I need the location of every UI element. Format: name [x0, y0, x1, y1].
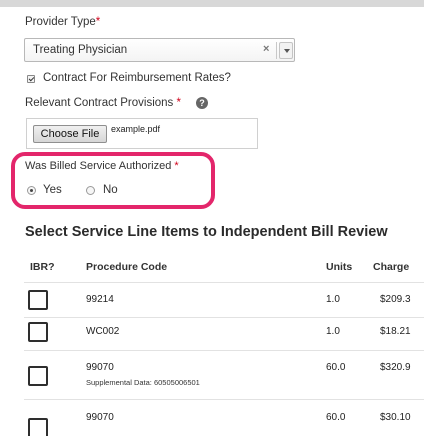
provider-type-select[interactable]: Treating Physician × — [24, 38, 295, 62]
provider-type-value: Treating Physician — [33, 44, 128, 56]
top-bar — [0, 0, 424, 7]
section-title: Select Service Line Items to Independent… — [25, 224, 388, 240]
procedure-code: 99070 — [86, 362, 114, 373]
choose-file-button[interactable]: Choose File — [33, 125, 107, 143]
supplemental-data: Supplemental Data: 60505006501 — [86, 378, 200, 387]
file-name: example.pdf — [111, 124, 161, 134]
units-value: 60.0 — [326, 362, 346, 373]
row-divider — [24, 282, 424, 283]
column-header-ibr: IBR? — [30, 261, 55, 273]
units-value: 1.0 — [326, 326, 340, 337]
units-value: 1.0 — [326, 294, 340, 305]
billed-service-label-text: Was Billed Service Authorized — [25, 160, 172, 172]
procedure-code: 99070 — [86, 412, 114, 423]
charge-value: $209.3 — [380, 294, 411, 305]
clear-selection-icon[interactable]: × — [263, 43, 269, 55]
contract-label: Contract For Reimbursement Rates? — [43, 72, 231, 84]
chevron-down-icon[interactable] — [279, 42, 293, 59]
column-header-procedure-code: Procedure Code — [86, 261, 168, 273]
radio-yes-label: Yes — [43, 184, 62, 196]
provisions-label-text: Relevant Contract Provisions — [25, 97, 174, 109]
required-mark: * — [176, 97, 181, 109]
provisions-label: Relevant Contract Provisions * — [25, 97, 181, 109]
radio-no-label: No — [103, 184, 118, 196]
select-separator — [276, 42, 277, 59]
units-value: 60.0 — [326, 412, 346, 423]
charge-value: $30.10 — [380, 412, 411, 423]
procedure-code: WC002 — [86, 326, 120, 337]
radio-yes[interactable] — [27, 186, 36, 195]
ibr-checkbox[interactable] — [28, 290, 48, 310]
ibr-checkbox[interactable] — [28, 418, 48, 436]
row-divider — [24, 399, 424, 400]
provider-type-label: Provider Type* — [25, 16, 100, 28]
contract-checkbox[interactable] — [27, 75, 35, 83]
ibr-checkbox[interactable] — [28, 322, 48, 342]
row-divider — [24, 350, 424, 351]
row-divider — [24, 317, 424, 318]
charge-value: $320.9 — [380, 362, 411, 373]
provider-type-label-text: Provider Type — [25, 16, 96, 28]
radio-no[interactable] — [86, 186, 95, 195]
charge-value: $18.21 — [380, 326, 411, 337]
column-header-units: Units — [326, 261, 353, 273]
procedure-code: 99214 — [86, 294, 114, 305]
ibr-checkbox[interactable] — [28, 366, 48, 386]
billed-service-label: Was Billed Service Authorized * — [25, 160, 179, 172]
help-icon[interactable]: ? — [196, 97, 208, 109]
required-mark: * — [95, 16, 101, 28]
required-mark: * — [174, 160, 179, 172]
column-header-charge: Charge — [373, 261, 410, 273]
